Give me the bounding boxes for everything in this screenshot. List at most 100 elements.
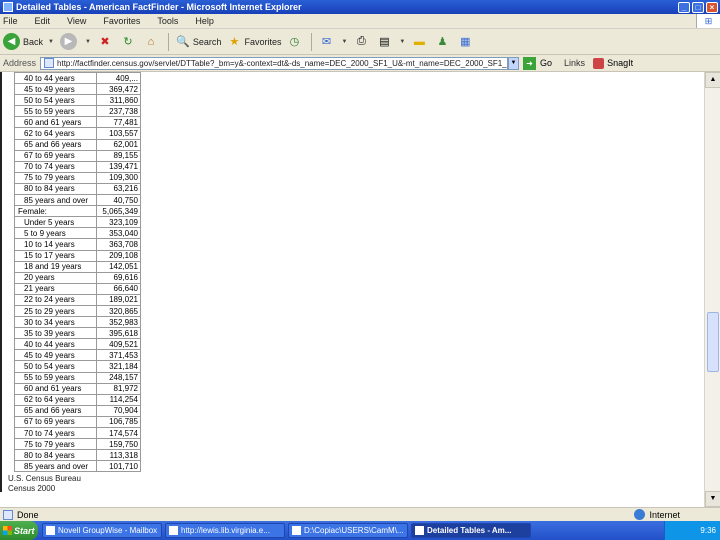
favorites-button[interactable]: ★ Favorites	[226, 34, 282, 50]
row-value: 5,065,349	[96, 205, 141, 218]
taskbar-item-browser[interactable]: http://lewis.lib.virginia.e...	[165, 523, 285, 538]
mail-dropdown-icon[interactable]: ▼	[341, 39, 347, 45]
table-row: 75 to 79 years 109,300	[13, 171, 141, 184]
taskbar-item-groupwise[interactable]: Novell GroupWise - Mailbox	[42, 523, 162, 538]
row-label: 30 to 34 years	[13, 316, 98, 329]
home-icon[interactable]: ⌂	[143, 34, 159, 50]
table-row: 20 years 69,616	[13, 271, 141, 284]
row-value: 66,640	[96, 282, 141, 295]
mail-icon[interactable]: ✉	[318, 34, 334, 50]
table-row: 30 to 34 years 352,983	[13, 316, 141, 329]
edit-icon[interactable]: ▤	[376, 34, 392, 50]
table-row: 18 and 19 years 142,051	[13, 260, 141, 273]
row-value: 89,155	[96, 149, 141, 162]
address-url[interactable]: http://factfinder.census.gov/servlet/DTT…	[57, 59, 507, 68]
table-row: 35 to 39 years 395,618	[13, 327, 141, 340]
left-border	[0, 72, 2, 492]
table-row: Under 5 years 323,109	[13, 216, 141, 229]
row-label: 75 to 79 years	[13, 171, 98, 184]
back-button[interactable]: ◀ Back	[3, 33, 43, 50]
menu-favorites[interactable]: Favorites	[103, 16, 140, 26]
start-button[interactable]: Start	[0, 521, 38, 540]
back-dropdown-icon[interactable]: ▼	[48, 39, 54, 45]
menu-help[interactable]: Help	[195, 16, 214, 26]
search-icon: 🔍	[176, 36, 190, 48]
table-row: 10 to 14 years 363,708	[13, 238, 141, 251]
row-label: 50 to 54 years	[13, 94, 98, 107]
row-label: 85 years and over	[13, 194, 98, 207]
row-value: 81,972	[96, 382, 141, 395]
taskbar-item-folder[interactable]: D:\Copiac\USERS\CamM\...	[288, 523, 408, 538]
row-label: 35 to 39 years	[13, 327, 98, 340]
maximize-button[interactable]: □	[692, 1, 704, 13]
window-title: Detailed Tables - American FactFinder - …	[16, 2, 302, 12]
table-row: 50 to 54 years 311,860	[13, 94, 141, 107]
print-icon[interactable]: ⎙	[353, 34, 369, 50]
forward-button[interactable]: ▶	[59, 33, 80, 50]
address-input[interactable]: http://factfinder.census.gov/servlet/DTT…	[40, 56, 509, 70]
table-row: 60 and 61 years 77,481	[13, 116, 141, 129]
scroll-down-icon[interactable]: ▼	[705, 491, 720, 507]
menu-file[interactable]: File	[3, 16, 18, 26]
minimize-button[interactable]: _	[678, 1, 690, 13]
row-label: 10 to 14 years	[13, 238, 98, 251]
address-bar: Address http://factfinder.census.gov/ser…	[0, 55, 720, 72]
stop-icon[interactable]: ✖	[97, 34, 113, 50]
messenger-icon[interactable]: ♟	[434, 34, 450, 50]
taskbar-item-label: http://lewis.lib.virginia.e...	[181, 526, 270, 535]
globe-icon	[634, 509, 646, 520]
close-button[interactable]: ×	[706, 1, 718, 13]
status-text: Done	[17, 509, 39, 520]
favorites-label: Favorites	[244, 36, 282, 47]
table-row: 60 and 61 years 81,972	[13, 382, 141, 395]
address-label: Address	[3, 58, 37, 68]
snagit-icon	[593, 57, 605, 69]
row-value: 321,184	[96, 360, 141, 373]
scroll-up-icon[interactable]: ▲	[705, 72, 720, 88]
clock[interactable]: 9:36	[700, 526, 716, 535]
table-row: 65 and 66 years 70,904	[13, 404, 141, 417]
links-button[interactable]: Links	[564, 58, 585, 68]
row-value: 106,785	[96, 415, 141, 429]
row-value: 113,318	[96, 449, 141, 462]
go-button[interactable]: ➜ Go	[523, 56, 552, 70]
row-value: 369,472	[96, 83, 141, 96]
row-label: 85 years and over	[13, 460, 98, 473]
row-label: 15 to 17 years	[13, 249, 98, 262]
table-row: 21 years 66,640	[13, 282, 141, 295]
taskbar-item-detailed-tables[interactable]: Detailed Tables - Am...	[411, 523, 531, 538]
back-label: Back	[23, 36, 44, 47]
row-value: 109,300	[96, 171, 141, 184]
snagit-button[interactable]: SnagIt	[593, 57, 633, 69]
scroll-thumb[interactable]	[707, 312, 719, 372]
toolbar-separator	[167, 32, 169, 51]
table-row: 5 to 9 years 353,040	[13, 227, 141, 240]
edit-dropdown-icon[interactable]: ▼	[399, 39, 405, 45]
menu-view[interactable]: View	[67, 16, 86, 26]
refresh-icon[interactable]: ↻	[120, 34, 136, 50]
row-value: 63,216	[96, 182, 141, 196]
table-row: 45 to 49 years 369,472	[13, 83, 141, 96]
source-line: U.S. Census Bureau	[8, 474, 81, 483]
research-icon[interactable]: ▦	[457, 34, 473, 50]
row-value: 70,904	[96, 404, 141, 417]
history-icon[interactable]: ◷	[286, 34, 302, 50]
table-row: 55 to 59 years 237,738	[13, 105, 141, 118]
security-zone: Internet	[634, 509, 680, 520]
row-label: 55 to 59 years	[13, 105, 98, 118]
row-value: 409,...	[96, 71, 141, 85]
address-dropdown-icon[interactable]: ▼	[508, 56, 520, 70]
vertical-scrollbar[interactable]: ▲ ▼	[704, 72, 720, 507]
row-value: 371,453	[96, 349, 141, 362]
menu-tools[interactable]: Tools	[157, 16, 178, 26]
table-row: 45 to 49 years 371,453	[13, 349, 141, 362]
forward-dropdown-icon[interactable]: ▼	[85, 39, 91, 45]
menu-edit[interactable]: Edit	[35, 16, 51, 26]
row-label: 67 to 69 years	[13, 149, 98, 162]
search-button[interactable]: 🔍 Search	[175, 34, 221, 50]
folder-icon[interactable]: ▬	[411, 34, 427, 50]
row-label: 65 and 66 years	[13, 138, 98, 151]
table-row: 40 to 44 years 409,...	[13, 71, 141, 85]
ie-icon	[169, 526, 178, 535]
source-note: U.S. Census Bureau Census 2000	[8, 474, 81, 494]
